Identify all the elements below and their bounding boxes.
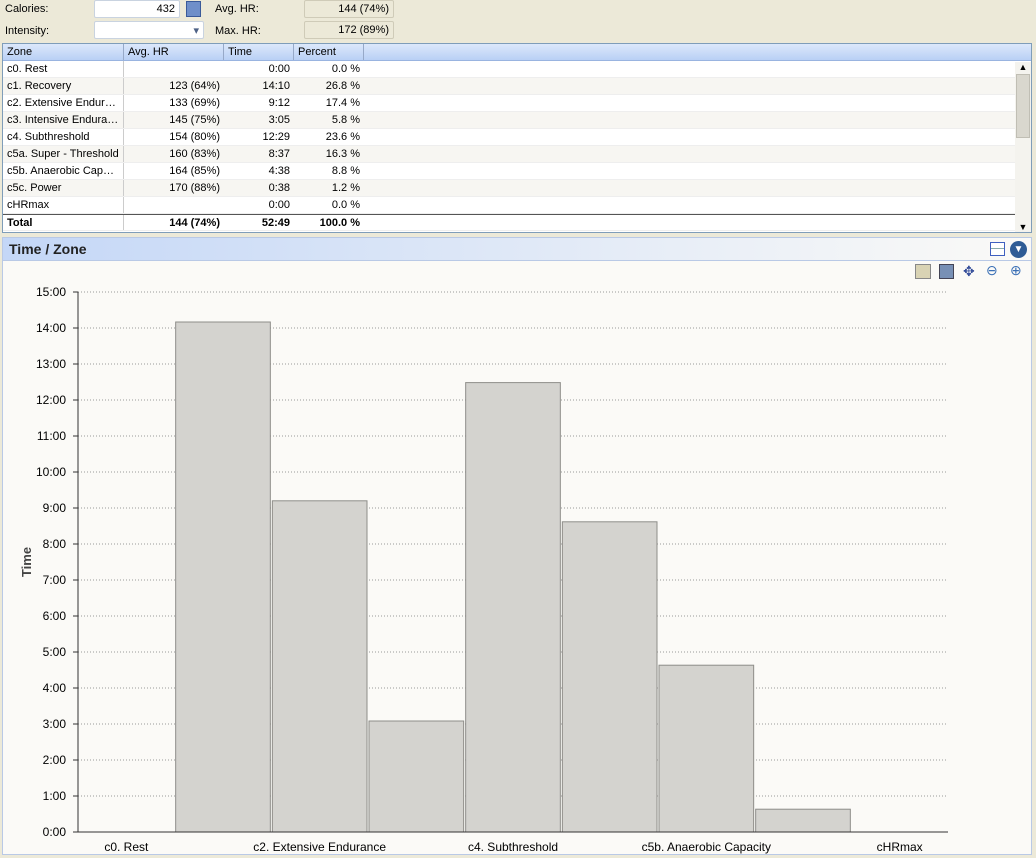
bar — [175, 321, 271, 833]
y-tick-label: 2:00 — [43, 753, 67, 767]
x-tick-label: c2. Extensive Endurance — [253, 840, 386, 854]
time-zone-chart: 0:00 1:00 2:00 3:00 4:00 5:00 6:00 7:00 8:00 9:00… — [19, 285, 948, 854]
y-tick-label: 12:00 — [36, 393, 66, 407]
bar — [658, 664, 755, 833]
bar — [755, 808, 851, 833]
x-tick-label: c5b. Anaerobic Capacity — [642, 840, 771, 854]
y-tick-label: 4:00 — [43, 681, 67, 695]
x-tick-label: c4. Subthreshold — [468, 840, 558, 854]
y-tick-label: 15:00 — [36, 285, 66, 299]
y-tick-label: 10:00 — [36, 465, 66, 479]
y-tick-label: 7:00 — [43, 573, 67, 587]
bar — [368, 720, 465, 833]
y-tick-label: 14:00 — [36, 321, 66, 335]
y-tick-label: 8:00 — [43, 537, 67, 551]
y-tick-label: 1:00 — [43, 789, 67, 803]
y-tick-label: 3:00 — [43, 717, 67, 731]
y-tick-label: 9:00 — [43, 501, 67, 515]
bar — [465, 382, 561, 833]
bar — [271, 500, 368, 833]
y-axis-label: Time — [19, 547, 34, 577]
y-tick-label: 11:00 — [37, 429, 66, 443]
y-tick-label: 0:00 — [43, 825, 67, 839]
bar — [561, 521, 658, 833]
x-tick-label: cHRmax — [877, 840, 923, 854]
y-tick-label: 6:00 — [43, 609, 67, 623]
y-tick-label: 5:00 — [43, 645, 67, 659]
x-tick-label: c0. Rest — [104, 840, 149, 854]
y-tick-label: 13:00 — [36, 357, 66, 371]
